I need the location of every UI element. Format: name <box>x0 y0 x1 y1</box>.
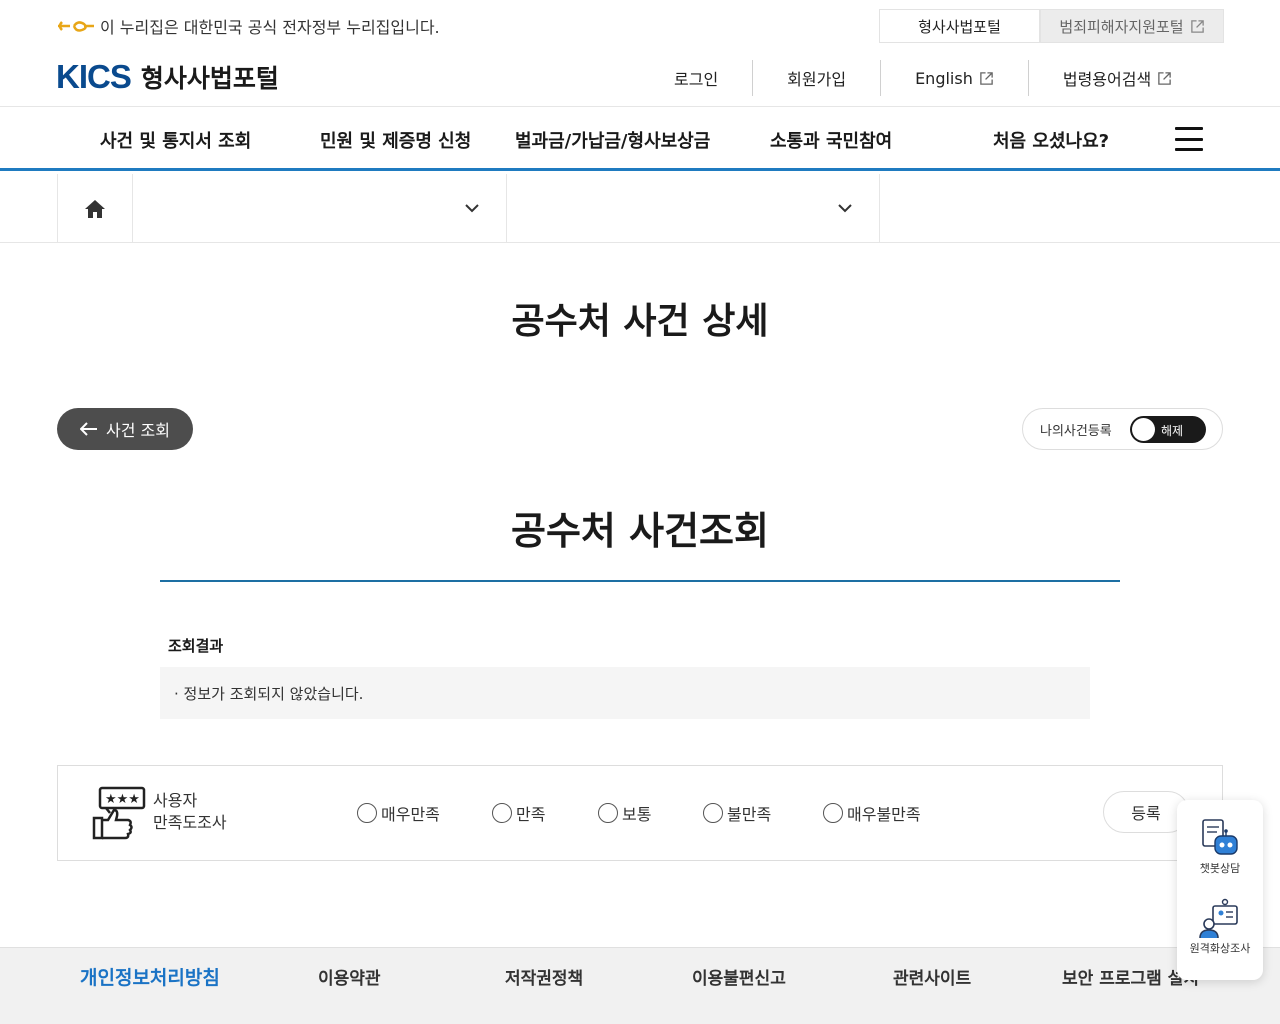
breadcrumb-dropdown-1[interactable] <box>133 174 507 243</box>
footer-copyright[interactable]: 저작권정책 <box>505 964 583 989</box>
survey-title: 사용자 만족도조사 <box>153 790 227 834</box>
thumbs-up-rating-icon: ★★★ <box>92 786 146 840</box>
gov-notice: 이 누리집은 대한민국 공식 전자정부 누리집입니다. <box>56 14 440 38</box>
chatbot-button[interactable]: 챗봇상담 <box>1177 818 1263 876</box>
chatbot-label: 챗봇상담 <box>1199 862 1241 875</box>
radio-label: 보통 <box>622 805 652 824</box>
english-label: English <box>915 68 973 88</box>
radio-circle[interactable] <box>357 803 377 823</box>
my-case-label: 나의사건등록 <box>1040 423 1112 439</box>
legal-term-search-link[interactable]: 법령용어검색 <box>1029 60 1206 96</box>
nav-case-inquiry[interactable]: 사건 및 통지서 조회 <box>100 127 251 153</box>
video-call-icon <box>1199 898 1238 939</box>
svg-text:★★★: ★★★ <box>105 792 140 807</box>
login-label: 로그인 <box>674 70 719 89</box>
radio-satisfied[interactable]: 만족 <box>492 801 545 825</box>
site-footer: 개인정보처리방침 이용약관 저작권정책 이용불편신고 관련사이트 보안 프로그램… <box>0 947 1280 1024</box>
chevron-down-icon <box>838 204 852 213</box>
egov-logo-icon <box>56 18 96 34</box>
floating-quick-menu: 챗봇상담 원격화상조사 <box>1177 800 1263 980</box>
footer-report[interactable]: 이용불편신고 <box>692 964 786 989</box>
satisfaction-survey: ★★★ 사용자 만족도조사 매우만족 만족 보통 불만족 매우불만족 등록 <box>57 765 1223 861</box>
radio-dissatisfied[interactable]: 불만족 <box>703 801 771 825</box>
my-case-register: 나의사건등록 해제 <box>1022 408 1223 450</box>
tab-label: 범죄피해자지원포털 <box>1059 17 1184 36</box>
footer-privacy-policy[interactable]: 개인정보처리방침 <box>80 963 220 990</box>
gov-notice-text: 이 누리집은 대한민국 공식 전자정부 누리집입니다. <box>100 18 440 37</box>
tab-label: 형사사법포털 <box>918 17 1001 36</box>
radio-label: 불만족 <box>727 805 772 824</box>
main-nav: 사건 및 통지서 조회 민원 및 제증명 신청 벌과금/가납금/형사보상금 소통… <box>0 107 1280 171</box>
breadcrumb-dropdown-2[interactable] <box>507 174 880 243</box>
tab-victim-support-portal[interactable]: 범죄피해자지원포털 <box>1040 9 1224 43</box>
site-logo[interactable]: KICS 형사사법포털 <box>56 58 279 96</box>
toggle-knob <box>1132 418 1155 441</box>
chevron-down-icon <box>465 204 479 213</box>
remote-video-investigation-button[interactable]: 원격화상조사 <box>1177 898 1263 956</box>
radio-label: 만족 <box>516 805 546 824</box>
english-link[interactable]: English <box>881 60 1029 96</box>
result-box: · 정보가 조회되지 않았습니다. <box>160 667 1090 719</box>
nav-fines[interactable]: 벌과금/가납금/형사보상금 <box>515 127 710 153</box>
result-text: · 정보가 조회되지 않았습니다. <box>174 684 364 703</box>
home-button[interactable] <box>57 174 133 243</box>
signup-link[interactable]: 회원가입 <box>753 60 882 96</box>
radio-label: 매우만족 <box>381 805 440 824</box>
nav-communication[interactable]: 소통과 국민참여 <box>770 127 892 153</box>
page-title: 공수처 사건 상세 <box>511 301 769 342</box>
my-case-toggle[interactable]: 해제 <box>1130 416 1206 443</box>
section-divider <box>160 580 1120 582</box>
result-label: 조회결과 <box>168 637 224 655</box>
chatbot-icon <box>1202 819 1238 855</box>
portal-tabs: 형사사법포털 범죄피해자지원포털 <box>879 9 1224 43</box>
survey-title-line1: 사용자 <box>153 791 198 810</box>
survey-title-line2: 만족도조사 <box>153 813 227 832</box>
login-link[interactable]: 로그인 <box>640 60 754 96</box>
external-link-icon <box>1158 71 1171 85</box>
radio-very-satisfied[interactable]: 매우만족 <box>357 801 440 825</box>
radio-circle[interactable] <box>492 803 512 823</box>
nav-first-visit[interactable]: 처음 오셨나요? <box>993 127 1109 153</box>
tab-criminal-justice-portal[interactable]: 형사사법포털 <box>879 9 1040 43</box>
radio-very-dissatisfied[interactable]: 매우불만족 <box>823 801 921 825</box>
section-title: 공수처 사건조회 <box>511 509 769 553</box>
back-to-case-inquiry-button[interactable]: 사건 조회 <box>57 408 193 450</box>
home-icon <box>85 199 105 218</box>
arrow-left-icon <box>80 422 98 436</box>
breadcrumb <box>0 174 1280 243</box>
external-link-icon <box>1190 19 1204 33</box>
radio-neutral[interactable]: 보통 <box>598 801 651 825</box>
remote-video-label: 원격화상조사 <box>1189 942 1251 955</box>
nav-civil-petition[interactable]: 민원 및 제증명 신청 <box>320 127 471 153</box>
radio-circle[interactable] <box>823 803 843 823</box>
site-header: KICS 형사사법포털 로그인 회원가입 English 법령용어검색 <box>0 50 1280 107</box>
radio-circle[interactable] <box>598 803 618 823</box>
brand-name: 형사사법포털 <box>140 64 279 93</box>
footer-related-sites[interactable]: 관련사이트 <box>893 964 971 989</box>
signup-label: 회원가입 <box>787 70 847 89</box>
radio-label: 매우불만족 <box>847 805 921 824</box>
footer-terms[interactable]: 이용약관 <box>318 964 381 989</box>
kics-logo: KICS <box>56 58 132 95</box>
hamburger-icon[interactable] <box>1175 127 1203 151</box>
utility-nav: 로그인 회원가입 English 법령용어검색 <box>640 60 1206 96</box>
external-link-icon <box>980 71 993 85</box>
radio-circle[interactable] <box>703 803 723 823</box>
toggle-state: 해제 <box>1161 424 1184 438</box>
gov-banner: 이 누리집은 대한민국 공식 전자정부 누리집입니다. 형사사법포털 범죄피해자… <box>0 0 1280 50</box>
legal-term-label: 법령용어검색 <box>1062 70 1152 89</box>
back-button-label: 사건 조회 <box>106 421 170 440</box>
